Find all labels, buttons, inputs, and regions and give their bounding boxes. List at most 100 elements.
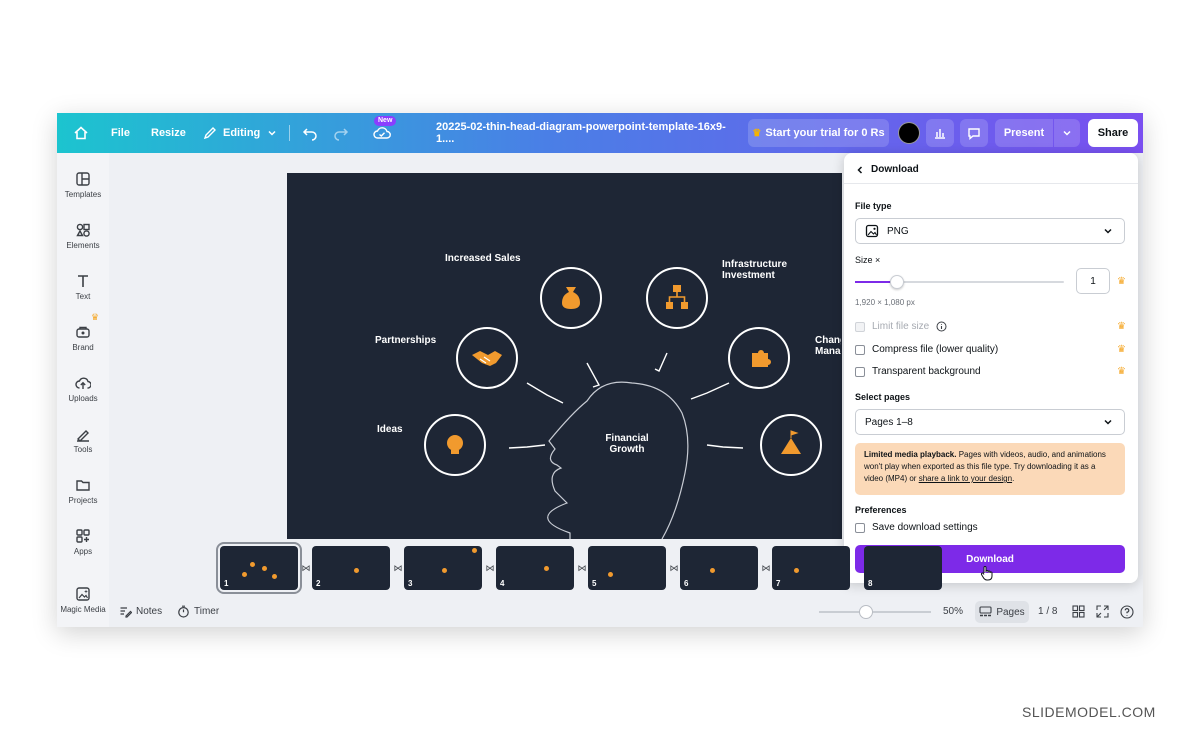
brand-icon	[76, 326, 90, 338]
top-bar: File Resize Editing New 20225-02-thin-he…	[57, 113, 1143, 153]
tools-icon	[77, 430, 89, 442]
transition-icon[interactable]: ⋈	[392, 563, 404, 575]
page-counter: 1 / 8	[1038, 606, 1058, 617]
transition-icon[interactable]: ⋈	[668, 563, 680, 575]
transition-icon[interactable]: ⋈	[576, 563, 588, 575]
sidebar-item-projects[interactable]: Projects	[57, 477, 109, 505]
divider	[289, 125, 290, 141]
timer-label: Timer	[194, 606, 220, 617]
slide-canvas[interactable]: Increased Sales Infrastructure Investmen…	[287, 173, 842, 539]
thumbnail-page[interactable]: 3	[404, 546, 482, 590]
thumbnail-page[interactable]: 2	[312, 546, 390, 590]
sidebar-item-elements[interactable]: Elements	[57, 222, 109, 250]
start-trial-button[interactable]: ♛ Start your trial for 0 Rs	[748, 119, 889, 147]
crown-icon: ♛	[1117, 276, 1126, 287]
bottom-bar: Notes Timer 50% Pages 1 / 8	[109, 597, 1143, 627]
file-type-select[interactable]: PNG	[855, 218, 1125, 244]
notice-bold: Limited media playback.	[864, 450, 957, 459]
editing-mode-menu[interactable]: Editing	[203, 113, 278, 153]
thumbnail-number: 3	[408, 579, 413, 588]
label-partnerships: Partnerships	[375, 335, 437, 346]
save-download-settings-option[interactable]: Save download settings	[855, 522, 978, 533]
home-button[interactable]	[73, 113, 89, 153]
magic-media-icon	[76, 587, 90, 601]
label-financial-growth: Financial Growth	[605, 433, 649, 455]
thumbnail-number: 6	[684, 579, 689, 588]
new-badge: New	[374, 116, 397, 126]
file-menu[interactable]: File	[111, 113, 130, 153]
insights-button[interactable]	[926, 119, 954, 147]
zoom-slider-thumb[interactable]	[859, 605, 874, 619]
thumbnail-number: 1	[224, 579, 229, 588]
editing-label: Editing	[223, 127, 261, 139]
help-icon[interactable]	[1120, 605, 1134, 619]
compress-file-option[interactable]: Compress file (lower quality)	[855, 344, 998, 355]
sidebar-item-apps[interactable]: Apps	[57, 528, 109, 556]
document-title[interactable]: 20225-02-thin-head-diagram-powerpoint-te…	[436, 113, 726, 153]
sidebar-item-brand[interactable]: ♛ Brand	[57, 312, 109, 352]
fullscreen-icon[interactable]	[1096, 605, 1109, 618]
sidebar-item-templates[interactable]: Templates	[57, 171, 109, 199]
thumbnail-number: 8	[868, 579, 873, 588]
transparent-background-option[interactable]: Transparent background	[855, 366, 981, 377]
share-button[interactable]: Share	[1088, 119, 1138, 147]
redo-button[interactable]	[333, 113, 349, 153]
zoom-slider-track[interactable]	[819, 605, 931, 619]
size-slider-thumb[interactable]	[889, 275, 904, 289]
crown-icon: ♛	[1117, 366, 1126, 377]
canva-editor-window: File Resize Editing New 20225-02-thin-he…	[57, 113, 1143, 627]
grid-view-icon[interactable]	[1072, 605, 1085, 618]
sidebar-item-tools[interactable]: Tools	[57, 426, 109, 454]
sidebar-item-label: Apps	[73, 547, 93, 556]
limit-file-size-option: Limit file size	[855, 321, 947, 332]
transparent-background-checkbox[interactable]	[855, 366, 865, 377]
pages-select[interactable]: Pages 1–8	[855, 409, 1125, 435]
resize-menu[interactable]: Resize	[151, 113, 186, 153]
thumbnail-number: 2	[316, 579, 321, 588]
thumbnail-number: 7	[776, 579, 781, 588]
sidebar-item-label: Text	[75, 292, 91, 301]
label-ideas: Ideas	[377, 424, 403, 435]
transition-icon[interactable]: ⋈	[300, 563, 312, 575]
sidebar-item-magic-media[interactable]: Magic Media	[57, 586, 109, 614]
download-back-button[interactable]: Download	[855, 164, 919, 175]
thumbnail-page[interactable]: 8	[864, 546, 942, 590]
thumbnail-page[interactable]: 4	[496, 546, 574, 590]
chevron-left-icon	[857, 165, 863, 174]
compress-file-checkbox[interactable]	[855, 344, 865, 355]
puzzle-icon	[752, 350, 771, 367]
present-options-button[interactable]	[1054, 119, 1080, 147]
sidebar-item-uploads[interactable]: Uploads	[57, 375, 109, 403]
thumbnail-page[interactable]: 6	[680, 546, 758, 590]
sidebar-item-text[interactable]: Text	[57, 273, 109, 301]
watermark: SLIDEMODEL.COM	[1022, 704, 1156, 720]
undo-button[interactable]	[302, 113, 318, 153]
zoom-level[interactable]: 50%	[943, 606, 963, 617]
size-value-input[interactable]: 1	[1076, 268, 1110, 294]
change-management-circle	[728, 327, 790, 389]
color-swatch[interactable]	[898, 122, 920, 144]
timer-button[interactable]: Timer	[177, 605, 219, 618]
crown-icon: ♛	[752, 127, 762, 139]
comments-button[interactable]	[960, 119, 988, 147]
thumbnail-page[interactable]: 5	[588, 546, 666, 590]
transition-icon[interactable]: ⋈	[484, 563, 496, 575]
sidebar-item-label: Projects	[68, 496, 98, 505]
text-icon	[78, 275, 88, 287]
undo-icon	[302, 128, 317, 141]
share-link[interactable]: share a link to your design	[919, 474, 1012, 483]
pages-button[interactable]: Pages	[975, 601, 1029, 623]
redo-icon	[334, 128, 349, 141]
notes-button[interactable]: Notes	[119, 605, 162, 618]
file-type-label: File type	[855, 201, 892, 211]
divider	[844, 183, 1138, 184]
save-settings-checkbox[interactable]	[855, 522, 865, 533]
size-slider-track[interactable]	[855, 275, 1064, 289]
thumbnail-page[interactable]: 7	[772, 546, 850, 590]
transition-icon[interactable]: ⋈	[760, 563, 772, 575]
mountain-flag-icon	[781, 430, 801, 454]
chevron-down-icon	[1104, 419, 1112, 425]
thumbnail-page[interactable]: 1	[216, 542, 302, 594]
present-button[interactable]: Present	[995, 119, 1053, 147]
option-label: Transparent background	[872, 366, 981, 377]
